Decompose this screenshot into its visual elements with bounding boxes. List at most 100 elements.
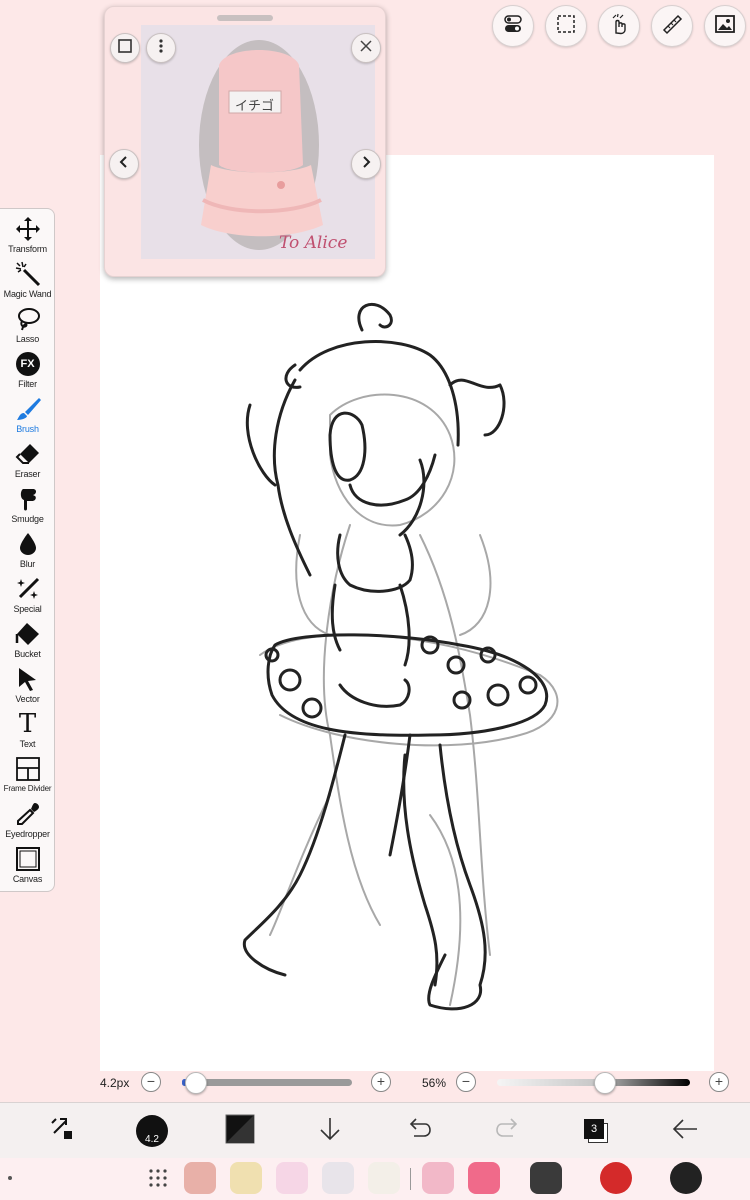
tool-brush[interactable]: Brush: [0, 395, 55, 440]
back-button[interactable]: [667, 1113, 703, 1149]
slider-row: 4.2px − + 56% − +: [0, 1070, 750, 1098]
opacity-thumb[interactable]: [594, 1072, 617, 1094]
selection-button[interactable]: [545, 5, 587, 47]
color-swatch-button[interactable]: [222, 1113, 258, 1149]
undo-button[interactable]: [401, 1113, 437, 1149]
reference-watermark: To Alice: [279, 233, 348, 253]
eraser-icon: [14, 440, 42, 468]
dock-app-icon[interactable]: [600, 1162, 632, 1194]
more-vertical-icon: [153, 38, 169, 59]
brush-size-thumb[interactable]: [185, 1072, 208, 1094]
tool-label: Eraser: [14, 469, 41, 479]
special-icon: [14, 575, 42, 603]
color-swatch-icon: [225, 1114, 255, 1149]
square-icon: [117, 38, 133, 59]
tool-label: Blur: [19, 559, 36, 569]
filter-glyph: FX: [15, 352, 40, 376]
undo-icon: [406, 1116, 432, 1147]
dock-app-icon[interactable]: [422, 1162, 454, 1194]
dock-app-icon[interactable]: [368, 1162, 400, 1194]
dock-app-icon[interactable]: [530, 1162, 562, 1194]
close-icon: [359, 39, 373, 58]
dock-app-icon[interactable]: [184, 1162, 216, 1194]
ruler-button[interactable]: [651, 5, 693, 47]
tool-bucket[interactable]: Bucket: [0, 620, 55, 665]
eyedropper-icon: [14, 800, 42, 828]
brush-size-slider[interactable]: [182, 1079, 352, 1086]
image-icon: [714, 13, 736, 40]
brush-size-plus-button[interactable]: +: [371, 1072, 391, 1092]
tool-lasso[interactable]: Lasso: [0, 305, 55, 350]
dock-app-icon[interactable]: [468, 1162, 500, 1194]
redo-button[interactable]: [490, 1113, 526, 1149]
tool-label: Text: [19, 739, 36, 749]
app-dock: [0, 1158, 750, 1200]
tool-eyedropper[interactable]: Eyedropper: [0, 800, 55, 845]
gesture-button[interactable]: [598, 5, 640, 47]
brush-size-preview[interactable]: 4.2: [134, 1113, 170, 1149]
smudge-icon: [14, 485, 42, 513]
reference-tag-text: イチゴ: [235, 99, 275, 114]
tool-label: Brush: [16, 424, 39, 434]
lasso-icon: [14, 305, 42, 333]
selection-icon: [555, 13, 577, 40]
vector-icon: [14, 665, 42, 693]
tool-label: Canvas: [12, 874, 43, 884]
tool-filter[interactable]: FX Filter: [0, 350, 55, 395]
drawing-canvas[interactable]: [100, 155, 714, 1071]
tool-special[interactable]: Special: [0, 575, 55, 620]
canvas-icon: [14, 845, 42, 873]
tool-blur[interactable]: Blur: [0, 530, 55, 575]
drag-handle[interactable]: [217, 15, 273, 21]
reference-close-button[interactable]: [351, 33, 381, 63]
swap-colors-icon: [48, 1115, 76, 1148]
download-button[interactable]: [312, 1113, 348, 1149]
brush-icon: [14, 395, 42, 423]
tool-label: Magic Wand: [3, 289, 52, 299]
hand-gesture-icon: [608, 13, 630, 40]
tool-canvas[interactable]: Canvas: [0, 845, 55, 890]
reference-menu-button[interactable]: [146, 33, 176, 63]
layers-icon: 3: [582, 1117, 610, 1145]
dock-app-icon[interactable]: [276, 1162, 308, 1194]
reference-prev-button[interactable]: [109, 149, 139, 179]
reference-next-button[interactable]: [351, 149, 381, 179]
opacity-plus-button[interactable]: +: [709, 1072, 729, 1092]
dock-app-icon[interactable]: [230, 1162, 262, 1194]
tool-eraser[interactable]: Eraser: [0, 440, 55, 485]
brush-size-indicator: 4.2: [145, 1134, 159, 1145]
reference-image: イチゴ To Alice: [141, 25, 375, 259]
tool-label: Lasso: [15, 334, 40, 344]
tool-label: Special: [13, 604, 42, 614]
app-grid-icon[interactable]: [148, 1168, 168, 1193]
toggle-icon: [502, 13, 524, 40]
dock-app-icon[interactable]: [322, 1162, 354, 1194]
layers-button[interactable]: 3: [578, 1113, 614, 1149]
swap-colors-button[interactable]: [44, 1113, 80, 1149]
tool-label: Transform: [8, 244, 47, 254]
tool-label: Smudge: [11, 514, 44, 524]
tool-vector[interactable]: Vector: [0, 665, 55, 710]
toggle-button[interactable]: [492, 5, 534, 47]
download-icon: [317, 1116, 343, 1147]
chevron-left-icon: [117, 155, 131, 174]
tool-label: Vector: [15, 694, 40, 704]
tool-text[interactable]: T Text: [0, 710, 55, 755]
back-arrow-icon: [671, 1115, 699, 1148]
reference-fit-button[interactable]: [110, 33, 140, 63]
transform-icon: [14, 215, 42, 243]
magic-wand-icon: [14, 260, 42, 288]
bucket-icon: [14, 620, 42, 648]
opacity-minus-button[interactable]: −: [456, 1072, 476, 1092]
text-icon: T: [14, 710, 42, 738]
brush-size-minus-button[interactable]: −: [141, 1072, 161, 1092]
layers-count: 3: [584, 1119, 604, 1139]
tool-transform[interactable]: Transform: [0, 215, 55, 260]
brush-size-icon: 4.2: [136, 1115, 168, 1147]
dock-app-icon[interactable]: [670, 1162, 702, 1194]
tool-smudge[interactable]: Smudge: [0, 485, 55, 530]
reference-window[interactable]: イチゴ To Alice: [104, 6, 386, 277]
tool-magic-wand[interactable]: Magic Wand: [0, 260, 55, 305]
reference-image-button[interactable]: [704, 5, 746, 47]
tool-frame-divider[interactable]: Frame Divider: [0, 755, 55, 800]
